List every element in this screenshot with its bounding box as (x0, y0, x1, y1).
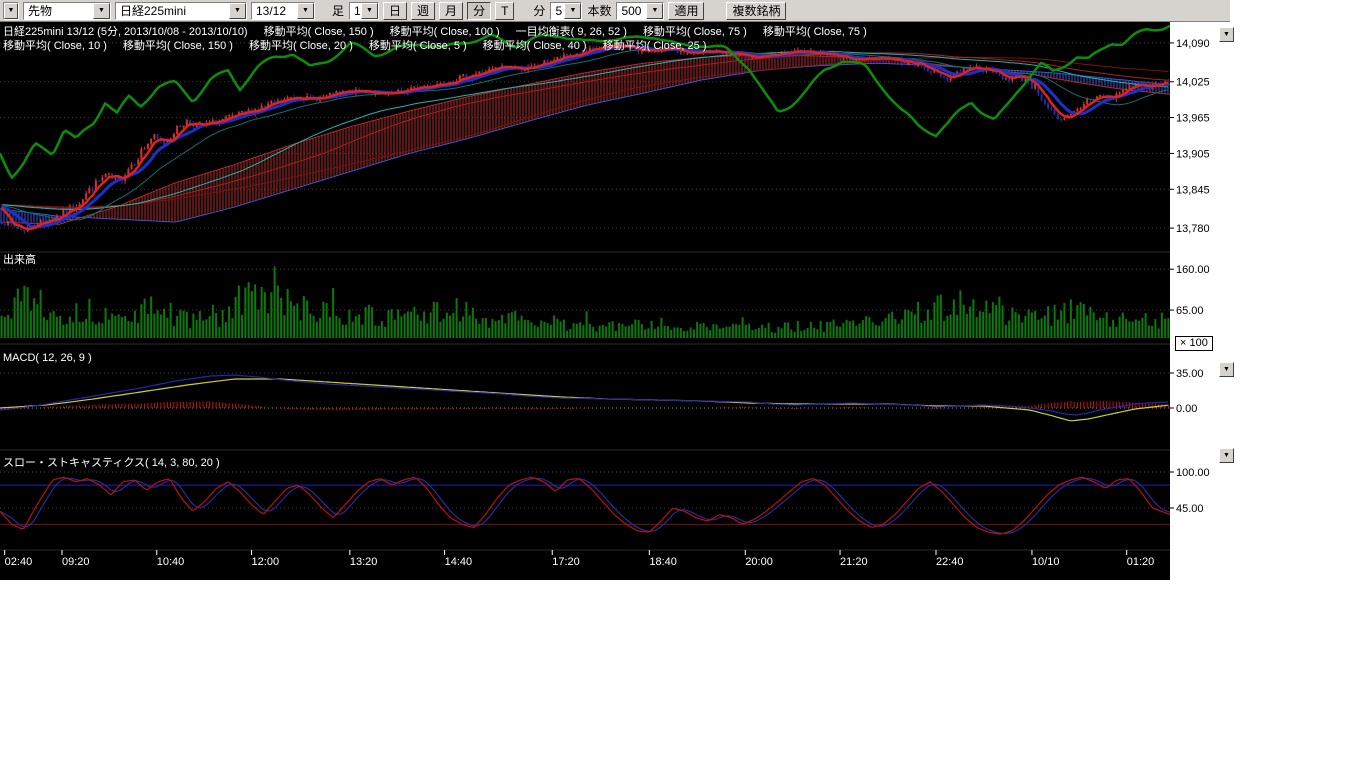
chevron-down-icon: ▼ (229, 3, 246, 19)
instrument-type-value: 先物 (24, 3, 93, 19)
chevron-down-icon: ▼ (646, 3, 663, 19)
svg-text:13,905: 13,905 (1176, 148, 1210, 160)
symbol-dropdown[interactable]: 日経225mini ▼ (115, 2, 247, 20)
indicator-label: 移動平均( Close, 150 ) (264, 26, 374, 39)
chevron-down-icon: ▼ (1223, 366, 1230, 373)
chevron-down-icon: ▼ (564, 3, 581, 19)
bars-label: 本数 (586, 2, 612, 19)
svg-text:45.00: 45.00 (1176, 503, 1204, 515)
contract-month-value: 13/12 (252, 3, 297, 19)
chart-header-line1: 日経225mini 13/12 (5分, 2013/10/08 - 2013/1… (3, 26, 867, 39)
period-minute-button[interactable]: 分 (467, 2, 491, 20)
svg-text:13,845: 13,845 (1176, 184, 1210, 196)
svg-text:13,780: 13,780 (1176, 223, 1210, 235)
indicator-label: 移動平均( Close, 25 ) (603, 40, 707, 53)
chevron-down-icon: ▼ (1223, 452, 1230, 459)
period-week-button[interactable]: 週 (411, 2, 435, 20)
svg-text:21:20: 21:20 (840, 556, 868, 568)
svg-text:09:20: 09:20 (62, 556, 90, 568)
svg-text:35.00: 35.00 (1176, 368, 1204, 380)
svg-text:0.00: 0.00 (1176, 403, 1197, 415)
svg-text:12:00: 12:00 (252, 556, 280, 568)
svg-text:10/10: 10/10 (1032, 556, 1060, 568)
trading-chart-app: ▼ 先物 ▼ 日経225mini ▼ 13/12 ▼ 足 1 ▼ 日 週 月 分… (0, 0, 1366, 768)
svg-text:14,025: 14,025 (1176, 77, 1210, 89)
stoch-panel-dropdown-button[interactable]: ▼ (1219, 448, 1234, 463)
svg-text:13:20: 13:20 (350, 556, 378, 568)
bars-value: 500 (617, 3, 646, 19)
indicator-label: 移動平均( Close, 75 ) (643, 26, 747, 39)
chevron-down-icon: ▼ (361, 3, 378, 19)
indicator-label: 移動平均( Close, 40 ) (483, 40, 587, 53)
svg-text:02:40: 02:40 (5, 556, 33, 568)
macd-panel-dropdown-button[interactable]: ▼ (1219, 362, 1234, 377)
interval-value: 1 (350, 3, 361, 19)
bars-value-input[interactable]: 500 ▼ (616, 2, 664, 20)
apply-button[interactable]: 適用 (668, 2, 704, 20)
svg-text:160.00: 160.00 (1176, 264, 1210, 276)
svg-text:100.00: 100.00 (1176, 467, 1210, 479)
ashi-label: 足 (331, 2, 345, 19)
svg-text:01:20: 01:20 (1127, 556, 1155, 568)
svg-text:13,965: 13,965 (1176, 113, 1210, 125)
svg-text:65.00: 65.00 (1176, 305, 1204, 317)
market-selector-dropdown[interactable]: ▼ (3, 2, 19, 20)
svg-text:14:40: 14:40 (445, 556, 473, 568)
chart-header-line2: 移動平均( Close, 10 ) 移動平均( Close, 150 ) 移動平… (3, 40, 707, 53)
minute-label: 分 (532, 2, 546, 19)
volume-multiplier-badge: × 100 (1175, 336, 1213, 351)
minute-value: 5 (551, 3, 564, 19)
indicator-label: 移動平均( Close, 20 ) (249, 40, 353, 53)
indicator-label: 移動平均( Close, 100 ) (390, 26, 500, 39)
chart-area: 02:40 09:20 10:40 12:00 13:20 14:40 17:20 18:40… (0, 22, 1230, 580)
chart-canvas[interactable]: 02:40 09:20 10:40 12:00 13:20 14:40 17:20 18:40… (0, 22, 1230, 580)
interval-input[interactable]: 1 ▼ (349, 2, 379, 20)
price-panel-dropdown-button[interactable]: ▼ (1219, 27, 1234, 42)
period-month-button[interactable]: 月 (439, 2, 463, 20)
chevron-down-icon: ▼ (1223, 31, 1230, 38)
chart-title: 日経225mini 13/12 (5分, 2013/10/08 - 2013/1… (3, 26, 248, 39)
symbol-value: 日経225mini (116, 3, 229, 19)
instrument-type-dropdown[interactable]: 先物 ▼ (23, 2, 111, 20)
indicator-label: 移動平均( Close, 75 ) (763, 26, 867, 39)
chevron-down-icon: ▼ (4, 3, 18, 19)
svg-text:18:40: 18:40 (649, 556, 677, 568)
period-tick-button[interactable]: T (495, 2, 514, 20)
volume-panel-label: 出来高 (3, 254, 36, 267)
macd-panel-label: MACD( 12, 26, 9 ) (3, 352, 92, 365)
stoch-panel-label: スロー・ストキャスティクス( 14, 3, 80, 20 ) (3, 457, 220, 470)
period-day-button[interactable]: 日 (383, 2, 407, 20)
svg-text:22:40: 22:40 (936, 556, 964, 568)
chevron-down-icon: ▼ (297, 3, 314, 19)
svg-text:17:20: 17:20 (552, 556, 580, 568)
svg-text:14,090: 14,090 (1176, 38, 1210, 50)
svg-text:20:00: 20:00 (745, 556, 773, 568)
multi-symbol-button[interactable]: 複数銘柄 (726, 2, 786, 20)
toolbar: ▼ 先物 ▼ 日経225mini ▼ 13/12 ▼ 足 1 ▼ 日 週 月 分… (0, 0, 1230, 22)
indicator-label: 一目均衡表( 9, 26, 52 ) (516, 26, 627, 39)
indicator-label: 移動平均( Close, 150 ) (123, 40, 233, 53)
minute-value-input[interactable]: 5 ▼ (550, 2, 582, 20)
chevron-down-icon: ▼ (93, 3, 110, 19)
contract-month-dropdown[interactable]: 13/12 ▼ (251, 2, 315, 20)
indicator-label: 移動平均( Close, 5 ) (369, 40, 467, 53)
svg-text:10:40: 10:40 (157, 556, 185, 568)
indicator-label: 移動平均( Close, 10 ) (3, 40, 107, 53)
